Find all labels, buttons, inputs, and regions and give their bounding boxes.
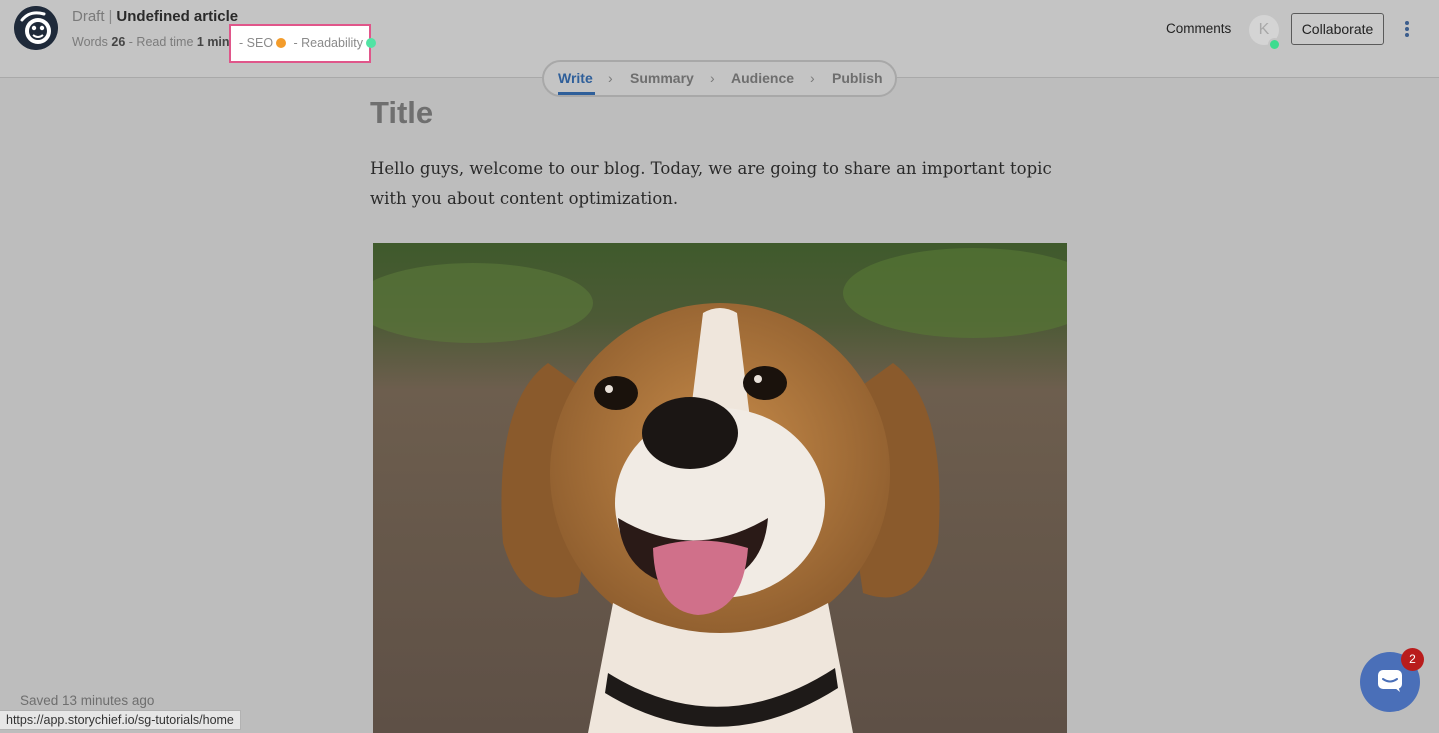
readability-status-dot (366, 38, 376, 48)
active-step-indicator (558, 92, 595, 95)
article-title[interactable]: Undefined article (116, 8, 238, 25)
body-paragraph[interactable]: Hello guys, welcome to our blog. Today, … (370, 154, 1060, 214)
title-separator: | (108, 8, 113, 25)
unread-badge: 2 (1401, 648, 1424, 671)
chat-bubble-icon (1378, 670, 1402, 692)
storychief-logo-icon[interactable] (14, 6, 58, 50)
meta-dash: - (128, 35, 133, 49)
step-publish[interactable]: Publish (832, 70, 883, 86)
more-vertical-icon[interactable] (1400, 19, 1414, 41)
readability-label: Readability (301, 36, 363, 50)
article-title-line: Draft | Undefined article (72, 8, 238, 25)
read-time-value: 1 min (196, 35, 230, 49)
seo-label: SEO (246, 36, 274, 50)
chevron-right-icon: › (608, 70, 613, 86)
collaborate-button[interactable]: Collaborate (1291, 13, 1384, 45)
seo-status-dot (276, 38, 287, 48)
meta-dash: - (290, 36, 302, 50)
status-bar-url: https://app.storychief.io/sg-tutorials/h… (0, 710, 241, 730)
step-audience[interactable]: Audience (731, 70, 794, 86)
chevron-right-icon: › (810, 70, 815, 86)
comments-button[interactable]: Comments (1166, 21, 1231, 36)
meta-dash: - (239, 36, 247, 50)
step-write[interactable]: Write (558, 70, 593, 86)
chevron-right-icon: › (710, 70, 715, 86)
step-summary[interactable]: Summary (630, 70, 694, 86)
workflow-steps: Write › Summary › Audience › Publish (542, 60, 897, 97)
saved-status: Saved 13 minutes ago (20, 693, 155, 708)
words-count: 26 (111, 35, 126, 49)
article-image[interactable] (373, 243, 1067, 733)
document-title[interactable]: Title (370, 95, 433, 131)
read-time-label: Read time (136, 35, 194, 49)
article-meta: Words 26 - Read time 1 min (72, 35, 230, 49)
online-status-dot (1268, 38, 1281, 51)
words-label: Words (72, 35, 108, 49)
draft-status: Draft (72, 8, 105, 25)
seo-readability-highlight[interactable]: - SEO - Readability (229, 24, 376, 63)
